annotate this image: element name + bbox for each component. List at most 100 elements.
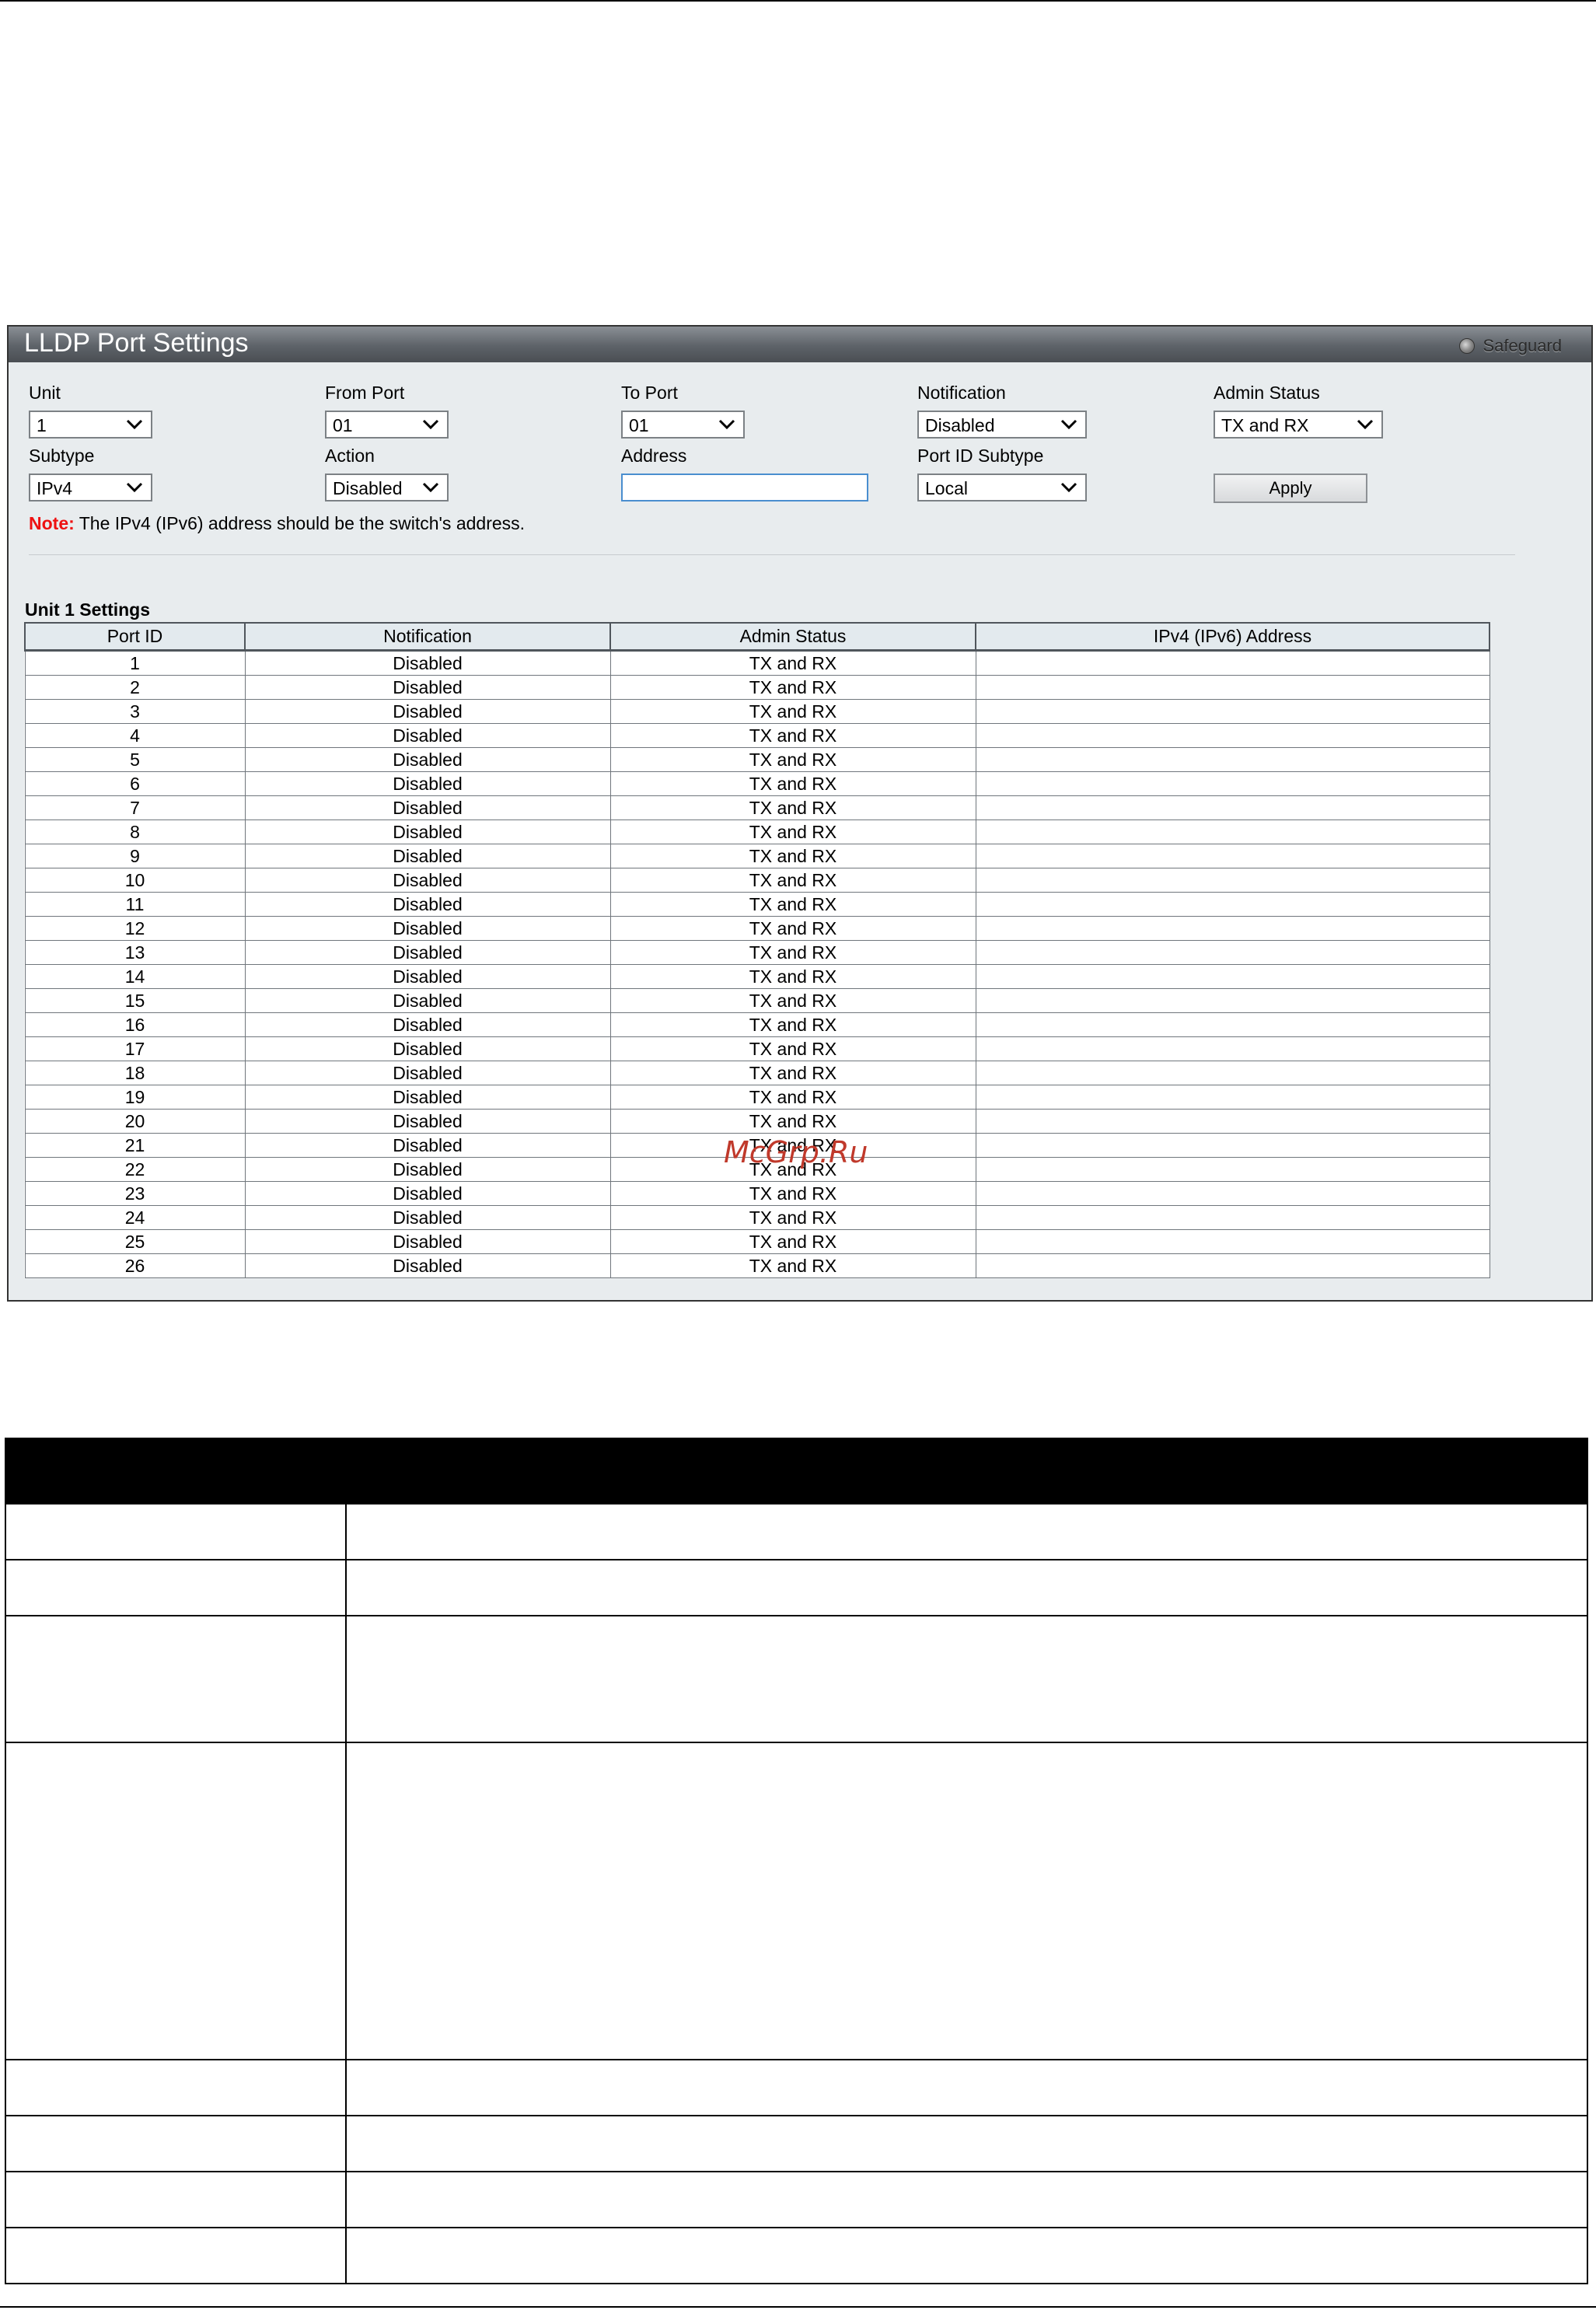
address-cell (975, 892, 1490, 917)
table-row: 8 Disabled TX and RX (24, 820, 1490, 844)
table-row: 10 Disabled TX and RX (24, 868, 1490, 893)
table-row: 18 Disabled TX and RX (24, 1061, 1490, 1085)
param-row (5, 2171, 1588, 2228)
table-row: 14 Disabled TX and RX (24, 964, 1490, 989)
subtype-label: Subtype (29, 446, 95, 466)
port-id-cell: 25 (24, 1229, 246, 1254)
address-cell (975, 1133, 1490, 1158)
port-id-cell: 16 (24, 1012, 246, 1037)
param-row (5, 2059, 1588, 2116)
unit-select[interactable]: 1 (29, 411, 152, 439)
param-row (5, 1559, 1588, 1616)
address-cell (975, 820, 1490, 844)
table-row: 3 Disabled TX and RX (24, 699, 1490, 724)
port-rows: 1 Disabled TX and RX 2 Disabled TX and RX 3 Dis… (24, 650, 1490, 1278)
col-header-notification[interactable]: Notification (244, 622, 611, 652)
note-key: Note: (29, 513, 75, 533)
to-port-label: To Port (621, 383, 678, 403)
table-header-row: Port ID Notification Admin Status IPv4 (… (24, 622, 1490, 652)
table-row: 5 Disabled TX and RX (24, 747, 1490, 772)
notification-cell: Disabled (244, 1253, 611, 1278)
top-rule (0, 0, 1596, 2)
admin-status-cell: TX and RX (609, 747, 976, 772)
table-row: 19 Disabled TX and RX (24, 1085, 1490, 1110)
subtype-select[interactable]: IPv4 (29, 474, 152, 501)
notification-cell: Disabled (244, 1109, 611, 1134)
port-id-cell: 7 (24, 795, 246, 820)
address-cell (975, 1229, 1490, 1254)
form-divider (29, 554, 1515, 555)
table-row: 24 Disabled TX and RX (24, 1205, 1490, 1230)
notification-cell: Disabled (244, 795, 611, 820)
admin-status-cell: TX and RX (609, 1061, 976, 1085)
unit-label: Unit (29, 383, 61, 403)
address-cell (975, 844, 1490, 868)
admin-status-cell: TX and RX (609, 795, 976, 820)
address-cell (975, 940, 1490, 965)
admin-status-cell: TX and RX (609, 723, 976, 748)
port-id-cell: 17 (24, 1036, 246, 1061)
notification-cell: Disabled (244, 892, 611, 917)
admin-status-select-value: TX and RX (1221, 415, 1309, 435)
admin-status-select[interactable]: TX and RX (1214, 411, 1383, 439)
port-id-cell: 9 (24, 844, 246, 868)
port-id-cell: 20 (24, 1109, 246, 1134)
port-id-cell: 18 (24, 1061, 246, 1085)
from-port-label: From Port (325, 383, 405, 403)
table-row: 16 Disabled TX and RX (24, 1012, 1490, 1037)
param-row (5, 1503, 1588, 1560)
notification-cell: Disabled (244, 988, 611, 1013)
admin-status-cell: TX and RX (609, 1085, 976, 1110)
table-row: 15 Disabled TX and RX (24, 988, 1490, 1013)
port-id-cell: 11 (24, 892, 246, 917)
notification-select[interactable]: Disabled (917, 411, 1087, 439)
notification-cell: Disabled (244, 747, 611, 772)
chevron-down-icon (718, 419, 735, 430)
address-cell (975, 1253, 1490, 1278)
col-header-admin-status[interactable]: Admin Status (609, 622, 976, 652)
notification-cell: Disabled (244, 675, 611, 700)
param-table-header (5, 1438, 1588, 1504)
notification-cell: Disabled (244, 820, 611, 844)
port-id-cell: 26 (24, 1253, 246, 1278)
admin-status-cell: TX and RX (609, 940, 976, 965)
port-id-cell: 24 (24, 1205, 246, 1230)
address-cell (975, 675, 1490, 700)
admin-status-cell: TX and RX (609, 650, 976, 676)
port-id-cell: 6 (24, 771, 246, 796)
admin-status-cell: TX and RX (609, 868, 976, 893)
notification-cell: Disabled (244, 1036, 611, 1061)
port-id-cell: 1 (24, 650, 246, 676)
port-id-subtype-select[interactable]: Local (917, 474, 1087, 501)
notification-cell: Disabled (244, 723, 611, 748)
port-id-cell: 14 (24, 964, 246, 989)
to-port-select[interactable]: 01 (621, 411, 745, 439)
action-select[interactable]: Disabled (325, 474, 449, 501)
from-port-select[interactable]: 01 (325, 411, 449, 439)
notification-cell: Disabled (244, 964, 611, 989)
address-cell (975, 1036, 1490, 1061)
apply-button[interactable]: Apply (1214, 474, 1367, 503)
to-port-select-value: 01 (629, 415, 649, 435)
address-cell (975, 723, 1490, 748)
address-cell (975, 1012, 1490, 1037)
col-header-port-id[interactable]: Port ID (24, 622, 246, 652)
address-cell (975, 964, 1490, 989)
port-id-cell: 3 (24, 699, 246, 724)
address-input[interactable] (621, 474, 868, 501)
port-settings-table: Port ID Notification Admin Status IPv4 (… (24, 622, 1490, 1278)
table-row: 23 Disabled TX and RX (24, 1181, 1490, 1206)
unit-settings-title: Unit 1 Settings (25, 599, 151, 620)
from-port-select-value: 01 (333, 415, 353, 435)
chevron-down-icon (1357, 419, 1374, 430)
port-id-cell: 13 (24, 940, 246, 965)
safeguard-indicator[interactable]: Safeguard (1459, 336, 1562, 356)
table-row: 1 Disabled TX and RX (24, 650, 1490, 676)
safeguard-label: Safeguard (1482, 336, 1562, 355)
notification-cell: Disabled (244, 1012, 611, 1037)
port-id-cell: 2 (24, 675, 246, 700)
notification-cell: Disabled (244, 940, 611, 965)
col-header-address[interactable]: IPv4 (IPv6) Address (975, 622, 1490, 652)
admin-status-cell: TX and RX (609, 988, 976, 1013)
bottom-rule (0, 2306, 1596, 2308)
